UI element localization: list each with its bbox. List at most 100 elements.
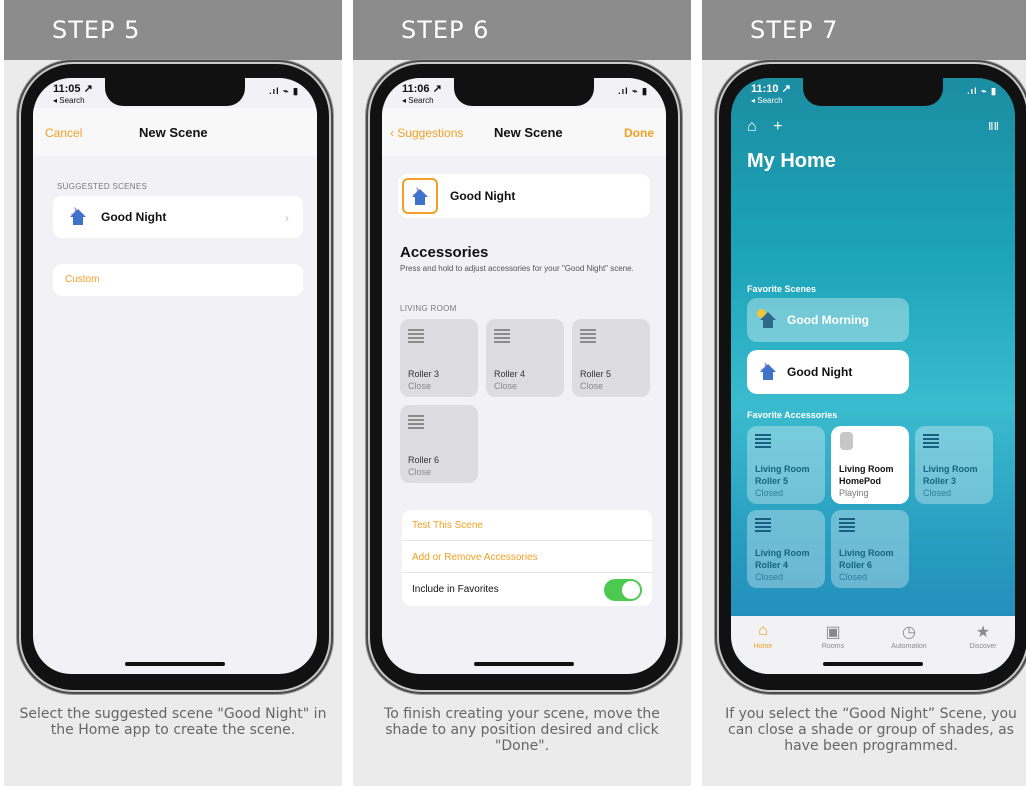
rooms-tab-icon: ▣	[825, 624, 841, 641]
scene-icon-picker[interactable]	[402, 178, 438, 214]
test-scene-label: Test This Scene	[412, 520, 483, 531]
custom-label: Custom	[65, 274, 100, 285]
good-night-icon	[409, 186, 431, 208]
tile-name: Roller 5	[580, 369, 612, 379]
suggestions-back-button[interactable]: ‹ Suggestions	[390, 126, 463, 140]
accessory-tile[interactable]: Roller 4 Close	[486, 319, 564, 397]
blind-icon	[755, 518, 771, 534]
home-indicator	[125, 662, 225, 666]
add-icon[interactable]: +	[773, 118, 782, 135]
good-morning-scene[interactable]: Good Morning	[747, 298, 909, 342]
tile-state: Close	[494, 381, 518, 391]
nav-title: New Scene	[494, 125, 563, 140]
good-night-icon	[757, 361, 779, 383]
accessory-tile[interactable]: Living Room HomePod Playing	[831, 426, 909, 504]
favorite-scenes-label: Favorite Scenes	[747, 284, 817, 294]
good-night-icon	[67, 206, 89, 228]
navigation-bar: ‹ Suggestions New Scene Done	[382, 108, 666, 156]
home-icon[interactable]: ⌂	[747, 118, 757, 135]
favorites-toggle[interactable]	[604, 579, 642, 601]
scene-name-cell[interactable]: Good Night	[398, 174, 650, 218]
home-indicator	[474, 662, 574, 666]
tile-name: Roller 6	[408, 455, 440, 465]
accessory-tile[interactable]: Roller 3 Close	[400, 319, 478, 397]
navigation-bar: Cancel New Scene	[33, 108, 317, 156]
tile-name: Roller 4	[494, 369, 526, 379]
blind-icon	[580, 329, 596, 345]
back-to-search[interactable]: ◂ Search	[53, 96, 85, 105]
status-icons: .ıl ⌁ ▮	[967, 86, 997, 96]
accessory-tile[interactable]: Roller 5 Close	[572, 319, 650, 397]
accessory-tile[interactable]: Living Room Roller 6 Closed	[831, 510, 909, 588]
step-title: STEP 7	[750, 16, 839, 44]
tile-name: Roller 3	[408, 369, 440, 379]
tab-label: Home	[753, 643, 773, 650]
discover-tab-icon: ★	[975, 624, 991, 641]
tab-discover[interactable]: ★ Discover	[953, 622, 1013, 650]
step-caption: Select the suggested scene "Good Night" …	[19, 706, 327, 738]
home-toolbar: ⌂ +	[747, 118, 782, 136]
phone-screen: 11:05 ↗ ◂ Search .ıl ⌁ ▮ Cancel New Scen…	[33, 78, 317, 674]
done-button[interactable]: Done	[624, 126, 654, 140]
chevron-right-icon: ›	[285, 211, 289, 225]
step-6-panel: STEP 6 11:06 ↗ ◂ Search .ıl ⌁ ▮ ‹ Sugges…	[353, 0, 691, 786]
custom-scene-option[interactable]: Custom	[53, 264, 303, 296]
acc-state: Playing	[839, 488, 869, 498]
acc-room: Living Room	[839, 464, 894, 474]
add-remove-accessories-button[interactable]: Add or Remove Accessories	[402, 542, 652, 573]
step-header: STEP 6	[353, 0, 691, 60]
accessories-hint: Press and hold to adjust accessories for…	[400, 264, 634, 273]
phone-frame: 11:05 ↗ ◂ Search .ıl ⌁ ▮ Cancel New Scen…	[21, 64, 329, 690]
nav-title: New Scene	[139, 125, 208, 140]
good-morning-icon	[757, 309, 779, 331]
home-tab-icon: ⌂	[758, 622, 768, 639]
tab-home[interactable]: ⌂ Home	[733, 622, 793, 650]
blind-icon	[839, 518, 855, 534]
homepod-icon	[840, 432, 853, 450]
accessory-tile[interactable]: Roller 6 Close	[400, 405, 478, 483]
acc-room: Living Room	[755, 464, 810, 474]
add-remove-label: Add or Remove Accessories	[412, 552, 538, 563]
phone-frame: 11:10 ↗ ◂ Search .ıl ⌁ ▮ ⌂ + ⅡⅡ My Home …	[719, 64, 1026, 690]
test-scene-button[interactable]: Test This Scene	[402, 510, 652, 541]
scene-name: Good Night	[450, 189, 516, 203]
tab-automation[interactable]: ◷ Automation	[879, 622, 939, 650]
blind-icon	[408, 329, 424, 345]
phone-screen: 11:10 ↗ ◂ Search .ıl ⌁ ▮ ⌂ + ⅡⅡ My Home …	[731, 78, 1015, 674]
accessory-tile[interactable]: Living Room Roller 4 Closed	[747, 510, 825, 588]
good-night-suggestion[interactable]: Good Night ›	[53, 196, 303, 238]
step-header: STEP 5	[4, 0, 342, 60]
accessory-tile[interactable]: Living Room Roller 5 Closed	[747, 426, 825, 504]
tile-state: Close	[408, 467, 432, 477]
step-header: STEP 7	[702, 0, 1026, 60]
acc-name: Roller 4	[755, 560, 789, 570]
automation-tab-icon: ◷	[902, 624, 916, 641]
scene-name: Good Night	[101, 210, 167, 224]
status-time: 11:05 ↗	[53, 83, 93, 95]
acc-name: Roller 5	[755, 476, 789, 486]
step-7-panel: STEP 7 11:10 ↗ ◂ Search .ıl ⌁ ▮ ⌂ + ⅡⅡ M…	[702, 0, 1026, 786]
good-night-scene[interactable]: Good Night	[747, 350, 909, 394]
accessories-heading: Accessories	[400, 244, 489, 261]
cancel-button[interactable]: Cancel	[45, 126, 82, 140]
acc-room: Living Room	[839, 548, 894, 558]
phone-screen: 11:06 ↗ ◂ Search .ıl ⌁ ▮ ‹ Suggestions N…	[382, 78, 666, 674]
status-time: 11:10 ↗	[751, 83, 791, 95]
phone-frame: 11:06 ↗ ◂ Search .ıl ⌁ ▮ ‹ Suggestions N…	[370, 64, 678, 690]
blind-icon	[755, 434, 771, 450]
include-favorites-row: Include in Favorites	[402, 574, 652, 605]
home-indicator	[823, 662, 923, 666]
acc-state: Closed	[755, 488, 784, 498]
accessory-tile[interactable]: Living Room Roller 3 Closed	[915, 426, 993, 504]
back-to-search[interactable]: ◂ Search	[402, 96, 434, 105]
status-icons: .ıl ⌁ ▮	[618, 86, 648, 96]
back-to-search[interactable]: ◂ Search	[751, 96, 783, 105]
voice-icon[interactable]: ⅡⅡ	[988, 120, 999, 133]
status-time: 11:06 ↗	[402, 83, 442, 95]
acc-state: Closed	[923, 488, 952, 498]
acc-room: Living Room	[755, 548, 810, 558]
tab-rooms[interactable]: ▣ Rooms	[803, 622, 863, 650]
tile-state: Close	[580, 381, 604, 391]
tab-label: Discover	[969, 643, 997, 650]
blind-icon	[408, 415, 424, 431]
